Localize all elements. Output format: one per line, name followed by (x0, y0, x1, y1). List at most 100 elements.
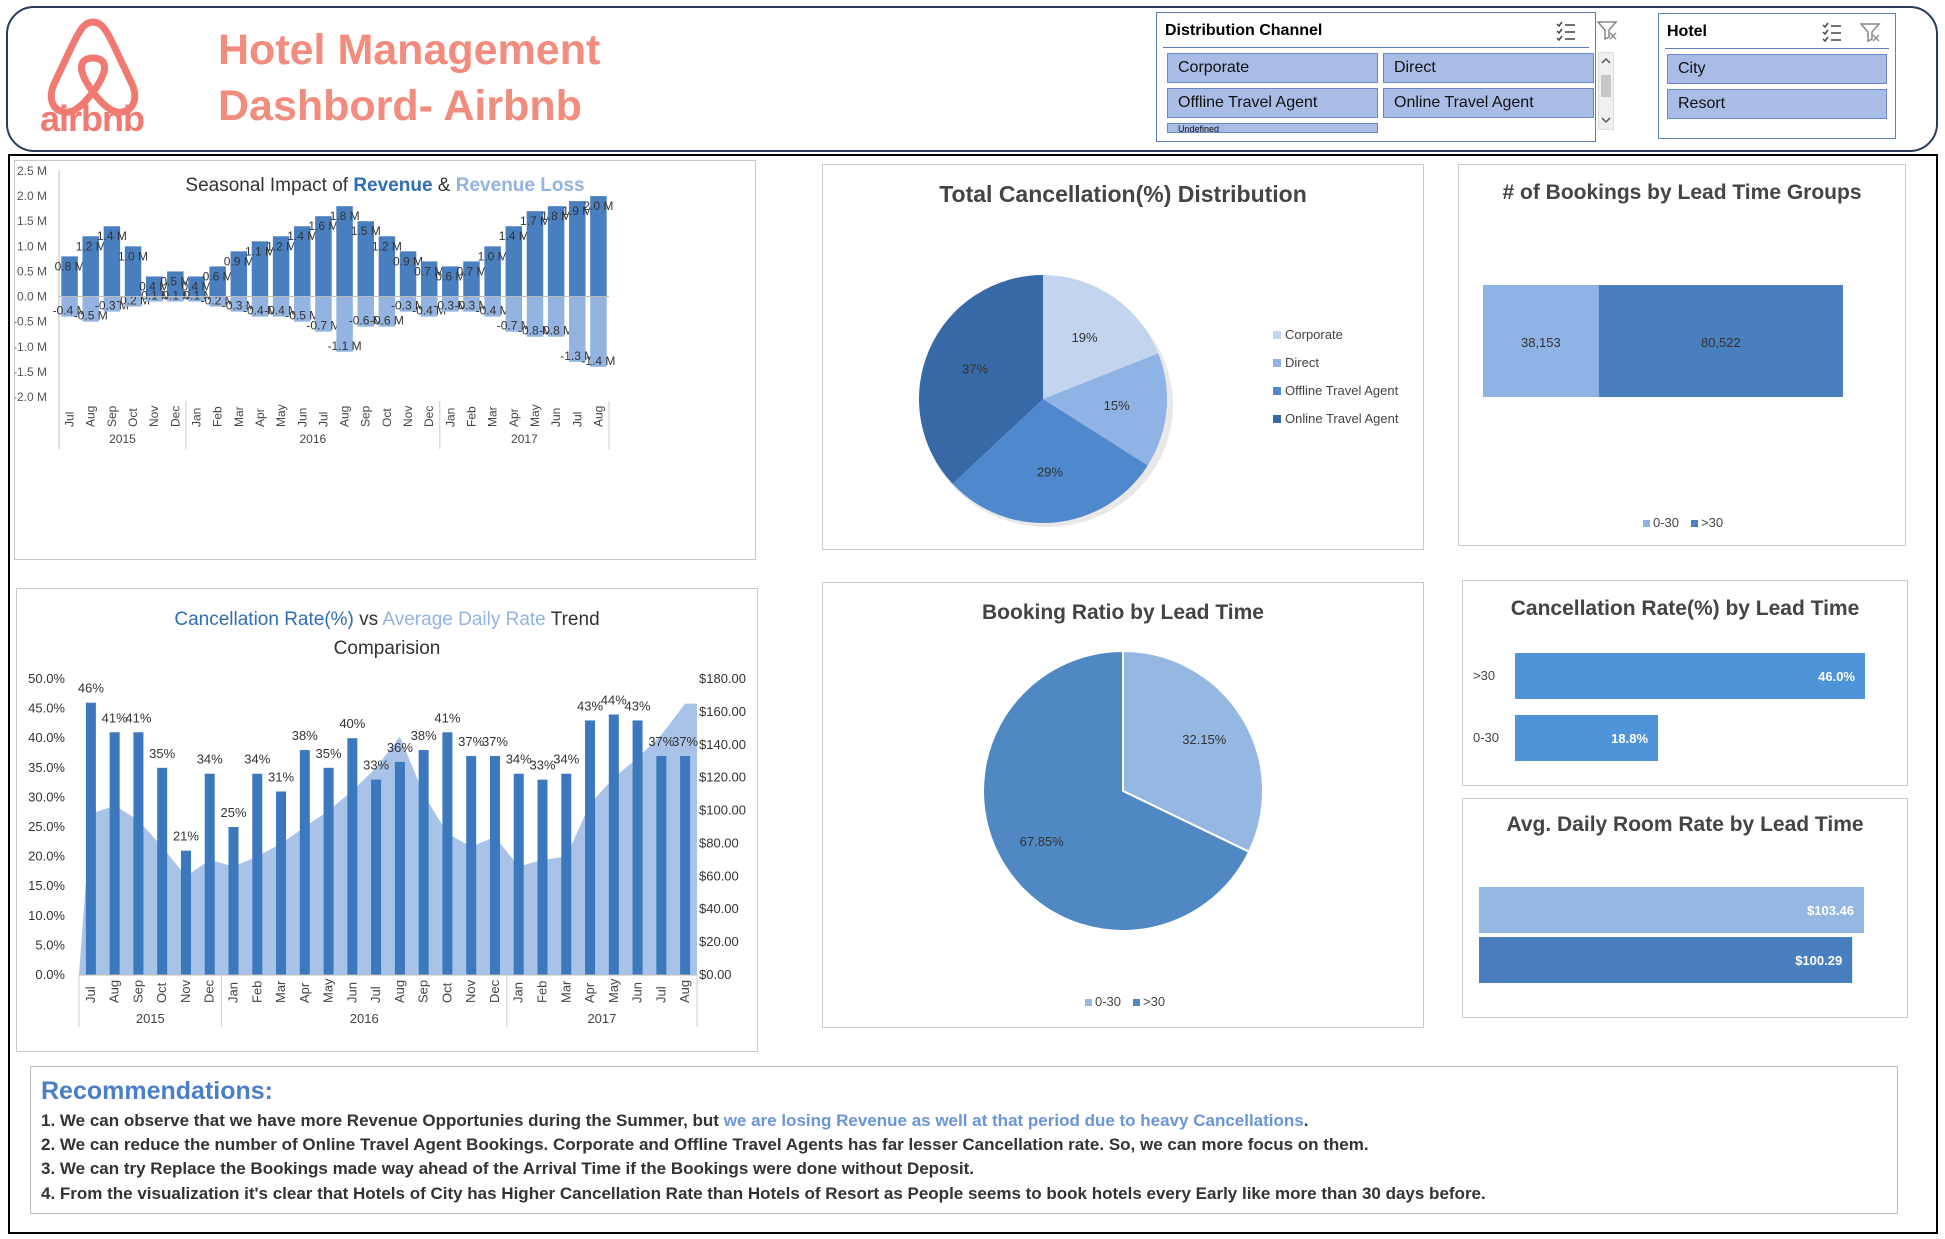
legend-swatch (1691, 520, 1698, 527)
x-tick-label: Jul (653, 986, 668, 1003)
adr-lead-panel: Avg. Daily Room Rate by Lead Time $103.4… (1462, 798, 1908, 1018)
x-tick-label: Jan (226, 982, 241, 1003)
bar-data-label: 37% (672, 734, 698, 749)
scroll-up-icon[interactable] (1601, 56, 1611, 66)
recommendations-box: Recommendations: 1. We can observe that … (30, 1066, 1898, 1214)
year-label: 2016 (299, 432, 326, 446)
bar-data-label: 34% (506, 752, 532, 767)
cancellation-rate-bar (276, 791, 287, 975)
revenue-data-label: 0.7 M (456, 264, 486, 278)
slicer-item-city[interactable]: City (1667, 54, 1887, 84)
y-left-tick-label: 0.0% (35, 967, 65, 982)
bar-data-label: 38% (292, 728, 318, 743)
legend-swatch (1273, 359, 1281, 367)
x-tick-label: Mar (232, 406, 246, 427)
y-right-tick-label: $60.00 (699, 868, 739, 883)
y-left-tick-label: 35.0% (28, 760, 65, 775)
slicer-scrollbar[interactable] (1598, 52, 1614, 130)
cancel-adr-panel: Cancellation Rate(%) vs Average Daily Ra… (16, 588, 758, 1052)
clear-filter-icon[interactable] (1596, 19, 1618, 41)
legend-label: Corporate (1285, 327, 1343, 342)
cancellation-rate-bar (85, 702, 96, 975)
revenue-data-label: 1.0 M (478, 249, 508, 263)
slicer-item-corporate[interactable]: Corporate (1167, 53, 1378, 83)
revenue-loss-data-label: -0.8 M (539, 324, 573, 338)
y-left-tick-label: 10.0% (28, 908, 65, 923)
bar-data-label: 35% (149, 746, 175, 761)
hbar-category-label: >30 (1473, 668, 1495, 683)
bar-data-label: 41% (434, 710, 460, 725)
x-tick-label: Feb (249, 981, 264, 1003)
x-tick-label: Dec (168, 406, 182, 427)
y-tick-label: 2.0 M (17, 189, 47, 203)
cancellation-rate-bar (489, 755, 500, 975)
x-tick-label: Jun (344, 982, 359, 1003)
x-tick-label: Mar (558, 980, 573, 1003)
x-tick-label: Sep (416, 980, 431, 1003)
bookings-data-label: 38,153 (1521, 335, 1561, 350)
x-tick-label: Jun (630, 982, 645, 1003)
cancel-rate-lead-chart: 46.0% 18.8% >30 0-30 (1473, 653, 1865, 761)
slicer-item-online-travel-agent[interactable]: Online Travel Agent (1383, 88, 1594, 118)
booking-ratio-panel: Booking Ratio by Lead Time 32.15% 67.85% 0… (822, 582, 1424, 1028)
x-tick-label: Apr (253, 408, 267, 427)
cancellation-rate-bar (133, 732, 144, 975)
cancellation-rate-bar (418, 750, 429, 975)
legend-swatch (1273, 331, 1281, 339)
x-tick-label: Jan (443, 408, 457, 427)
multi-select-icon[interactable] (1555, 20, 1577, 42)
cancellation-rate-bar (680, 755, 691, 975)
cancellation-rate-bar (537, 779, 548, 975)
cancellation-rate-bar (585, 720, 596, 975)
x-tick-label: Aug (107, 980, 122, 1003)
slicer-item-direct[interactable]: Direct (1383, 53, 1594, 83)
legend-label: 0-30 (1095, 994, 1121, 1009)
x-tick-label: Feb (535, 981, 550, 1003)
revenue-data-label: 0.6 M (203, 269, 233, 283)
logo-wordmark: airbnb (40, 98, 145, 139)
cancellation-rate-bar (632, 720, 643, 975)
bar-data-label: 37% (482, 734, 508, 749)
recommendation-1: 1. We can observe that we have more Reve… (41, 1111, 1309, 1130)
x-tick-label: Nov (147, 406, 161, 427)
scroll-down-icon[interactable] (1601, 115, 1611, 125)
bar-data-label: 43% (577, 698, 603, 713)
y-right-tick-label: $80.00 (699, 835, 739, 850)
revenue-data-label: 1.2 M (372, 239, 402, 253)
page-title-line1: Hotel Management (218, 26, 601, 74)
pie-data-label: 19% (1072, 330, 1098, 345)
y-right-tick-label: $40.00 (699, 901, 739, 916)
x-tick-label: Mar (486, 406, 500, 427)
hbar-category-label: 0-30 (1473, 730, 1499, 745)
x-tick-label: Oct (126, 408, 140, 427)
y-tick-label: 0.5 M (17, 264, 47, 278)
pie-data-label: 15% (1104, 398, 1130, 413)
revenue-data-label: 1.4 M (499, 229, 529, 243)
cancellation-rate-bar (608, 714, 619, 975)
x-tick-label: Jan (511, 982, 526, 1003)
bookings-lead-chart: 38,153 80,522 0-30 >30 (1483, 285, 1843, 530)
x-tick-label: Jul (368, 986, 383, 1003)
y-left-tick-label: 25.0% (28, 819, 65, 834)
slicer-item-resort[interactable]: Resort (1667, 89, 1887, 119)
cancellation-rate-bar (180, 850, 191, 975)
x-tick-label: Jan (190, 408, 204, 427)
revenue-data-label: 1.5 M (351, 224, 381, 238)
y-tick-label: 1.0 M (17, 239, 47, 253)
x-tick-label: Mar (273, 980, 288, 1003)
cancellation-rate-bar (323, 767, 334, 975)
clear-filter-icon[interactable] (1859, 21, 1881, 43)
multi-select-icon[interactable] (1821, 21, 1843, 43)
x-tick-label: Jul (316, 412, 330, 427)
slicer-item-offline-travel-agent[interactable]: Offline Travel Agent (1167, 88, 1378, 118)
y-tick-label: -2.0 M (15, 390, 47, 404)
y-left-tick-label: 30.0% (28, 789, 65, 804)
adr-lead-chart: $103.46 $100.29 (1479, 887, 1864, 983)
bar-data-label: 35% (316, 746, 342, 761)
page-title: Hotel Management Dashbord- Airbnb (218, 22, 600, 134)
x-tick-label: Jul (63, 412, 77, 427)
hotel-slicer: Hotel City Resort (1658, 13, 1896, 139)
bar-data-label: 21% (173, 829, 199, 844)
bar-data-label: 41% (125, 710, 151, 725)
slicer-item-undefined[interactable]: Undefined (1167, 123, 1378, 133)
